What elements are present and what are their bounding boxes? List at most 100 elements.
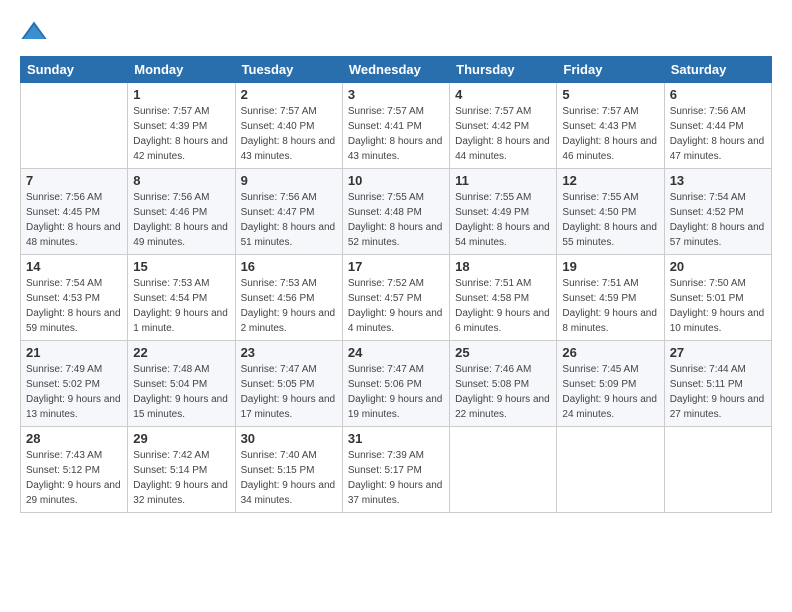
day-cell: 29 Sunrise: 7:42 AMSunset: 5:14 PMDayligh… [128, 427, 235, 513]
day-number: 25 [455, 345, 551, 360]
day-info: Sunrise: 7:42 AMSunset: 5:14 PMDaylight:… [133, 448, 229, 508]
week-row-4: 21Sunrise: 7:49 AMSunset: 5:02 PMDayligh… [21, 341, 772, 427]
day-cell: 4 Sunrise: 7:57 AMSunset: 4:42 PMDaylight… [450, 83, 557, 169]
day-info: Sunrise: 7:56 AMSunset: 4:44 PMDaylight:… [670, 104, 766, 164]
day-number: 17 [348, 259, 444, 274]
day-info: Sunrise: 7:57 AMSunset: 4:40 PMDaylight:… [241, 104, 337, 164]
day-cell: 1 Sunrise: 7:57 AMSunset: 4:39 PMDaylight… [128, 83, 235, 169]
day-number: 26 [562, 345, 658, 360]
day-number: 9 [241, 173, 337, 188]
day-header-friday: Friday [557, 57, 664, 83]
day-header-sunday: Sunday [21, 57, 128, 83]
day-info: Sunrise: 7:44 AMSunset: 5:11 PMDaylight:… [670, 362, 766, 422]
day-number: 18 [455, 259, 551, 274]
day-cell: 19 Sunrise: 7:51 AMSunset: 4:59 PMDayligh… [557, 255, 664, 341]
week-row-5: 28 Sunrise: 7:43 AMSunset: 5:12 PMDayligh… [21, 427, 772, 513]
day-info: Sunrise: 7:53 AMSunset: 4:56 PMDaylight:… [241, 276, 337, 336]
day-cell: 10 Sunrise: 7:55 AMSunset: 4:48 PMDayligh… [342, 169, 449, 255]
day-number: 11 [455, 173, 551, 188]
calendar-table: SundayMondayTuesdayWednesdayThursdayFrid… [20, 56, 772, 513]
day-cell: 7 Sunrise: 7:56 AMSunset: 4:45 PMDaylight… [21, 169, 128, 255]
day-info: Sunrise: 7:46 AMSunset: 5:08 PMDaylight:… [455, 362, 551, 422]
day-cell: 25 Sunrise: 7:46 AMSunset: 5:08 PMDayligh… [450, 341, 557, 427]
day-cell: 21Sunrise: 7:49 AMSunset: 5:02 PMDayligh… [21, 341, 128, 427]
day-info: Sunrise: 7:52 AMSunset: 4:57 PMDaylight:… [348, 276, 444, 336]
day-cell: 27 Sunrise: 7:44 AMSunset: 5:11 PMDayligh… [664, 341, 771, 427]
day-number: 22 [133, 345, 229, 360]
day-cell [557, 427, 664, 513]
day-cell: 23Sunrise: 7:47 AMSunset: 5:05 PMDayligh… [235, 341, 342, 427]
day-header-saturday: Saturday [664, 57, 771, 83]
week-row-1: 1 Sunrise: 7:57 AMSunset: 4:39 PMDaylight… [21, 83, 772, 169]
day-cell: 24 Sunrise: 7:47 AMSunset: 5:06 PMDayligh… [342, 341, 449, 427]
day-header-tuesday: Tuesday [235, 57, 342, 83]
day-number: 20 [670, 259, 766, 274]
day-number: 28 [26, 431, 122, 446]
day-cell: 5 Sunrise: 7:57 AMSunset: 4:43 PMDaylight… [557, 83, 664, 169]
day-number: 12 [562, 173, 658, 188]
day-info: Sunrise: 7:56 AMSunset: 4:46 PMDaylight:… [133, 190, 229, 250]
day-number: 4 [455, 87, 551, 102]
day-header-wednesday: Wednesday [342, 57, 449, 83]
day-cell: 6 Sunrise: 7:56 AMSunset: 4:44 PMDaylight… [664, 83, 771, 169]
day-info: Sunrise: 7:43 AMSunset: 5:12 PMDaylight:… [26, 448, 122, 508]
calendar-header-row: SundayMondayTuesdayWednesdayThursdayFrid… [21, 57, 772, 83]
day-number: 27 [670, 345, 766, 360]
day-info: Sunrise: 7:45 AMSunset: 5:09 PMDaylight:… [562, 362, 658, 422]
day-cell: 3 Sunrise: 7:57 AMSunset: 4:41 PMDaylight… [342, 83, 449, 169]
day-info: Sunrise: 7:47 AMSunset: 5:05 PMDaylight:… [241, 362, 337, 422]
day-info: Sunrise: 7:57 AMSunset: 4:42 PMDaylight:… [455, 104, 551, 164]
day-info: Sunrise: 7:56 AMSunset: 4:45 PMDaylight:… [26, 190, 122, 250]
day-cell: 8Sunrise: 7:56 AMSunset: 4:46 PMDaylight… [128, 169, 235, 255]
day-info: Sunrise: 7:55 AMSunset: 4:50 PMDaylight:… [562, 190, 658, 250]
day-cell: 20 Sunrise: 7:50 AMSunset: 5:01 PMDayligh… [664, 255, 771, 341]
day-header-thursday: Thursday [450, 57, 557, 83]
day-info: Sunrise: 7:40 AMSunset: 5:15 PMDaylight:… [241, 448, 337, 508]
day-info: Sunrise: 7:57 AMSunset: 4:41 PMDaylight:… [348, 104, 444, 164]
day-info: Sunrise: 7:47 AMSunset: 5:06 PMDaylight:… [348, 362, 444, 422]
day-number: 21 [26, 345, 122, 360]
day-cell: 12 Sunrise: 7:55 AMSunset: 4:50 PMDayligh… [557, 169, 664, 255]
day-cell: 18 Sunrise: 7:51 AMSunset: 4:58 PMDayligh… [450, 255, 557, 341]
day-cell [450, 427, 557, 513]
day-number: 10 [348, 173, 444, 188]
day-cell [21, 83, 128, 169]
day-number: 29 [133, 431, 229, 446]
day-number: 14 [26, 259, 122, 274]
day-cell [664, 427, 771, 513]
day-number: 30 [241, 431, 337, 446]
day-info: Sunrise: 7:51 AMSunset: 4:59 PMDaylight:… [562, 276, 658, 336]
day-info: Sunrise: 7:48 AMSunset: 5:04 PMDaylight:… [133, 362, 229, 422]
day-info: Sunrise: 7:57 AMSunset: 4:43 PMDaylight:… [562, 104, 658, 164]
day-number: 6 [670, 87, 766, 102]
day-number: 31 [348, 431, 444, 446]
day-info: Sunrise: 7:56 AMSunset: 4:47 PMDaylight:… [241, 190, 337, 250]
day-cell: 9 Sunrise: 7:56 AMSunset: 4:47 PMDaylight… [235, 169, 342, 255]
day-number: 13 [670, 173, 766, 188]
day-cell: 17 Sunrise: 7:52 AMSunset: 4:57 PMDayligh… [342, 255, 449, 341]
day-cell: 31Sunrise: 7:39 AMSunset: 5:17 PMDayligh… [342, 427, 449, 513]
day-info: Sunrise: 7:50 AMSunset: 5:01 PMDaylight:… [670, 276, 766, 336]
page: SundayMondayTuesdayWednesdayThursdayFrid… [0, 0, 792, 612]
day-cell: 14 Sunrise: 7:54 AMSunset: 4:53 PMDayligh… [21, 255, 128, 341]
day-number: 15 [133, 259, 229, 274]
day-number: 19 [562, 259, 658, 274]
week-row-2: 7 Sunrise: 7:56 AMSunset: 4:45 PMDaylight… [21, 169, 772, 255]
day-info: Sunrise: 7:51 AMSunset: 4:58 PMDaylight:… [455, 276, 551, 336]
day-number: 24 [348, 345, 444, 360]
day-number: 2 [241, 87, 337, 102]
day-cell: 11 Sunrise: 7:55 AMSunset: 4:49 PMDayligh… [450, 169, 557, 255]
day-info: Sunrise: 7:55 AMSunset: 4:49 PMDaylight:… [455, 190, 551, 250]
day-number: 3 [348, 87, 444, 102]
day-number: 7 [26, 173, 122, 188]
day-cell: 22 Sunrise: 7:48 AMSunset: 5:04 PMDayligh… [128, 341, 235, 427]
logo [20, 18, 52, 46]
day-info: Sunrise: 7:57 AMSunset: 4:39 PMDaylight:… [133, 104, 229, 164]
day-number: 1 [133, 87, 229, 102]
day-info: Sunrise: 7:54 AMSunset: 4:53 PMDaylight:… [26, 276, 122, 336]
day-info: Sunrise: 7:55 AMSunset: 4:48 PMDaylight:… [348, 190, 444, 250]
day-info: Sunrise: 7:53 AMSunset: 4:54 PMDaylight:… [133, 276, 229, 336]
day-cell: 2 Sunrise: 7:57 AMSunset: 4:40 PMDaylight… [235, 83, 342, 169]
week-row-3: 14 Sunrise: 7:54 AMSunset: 4:53 PMDayligh… [21, 255, 772, 341]
day-number: 5 [562, 87, 658, 102]
